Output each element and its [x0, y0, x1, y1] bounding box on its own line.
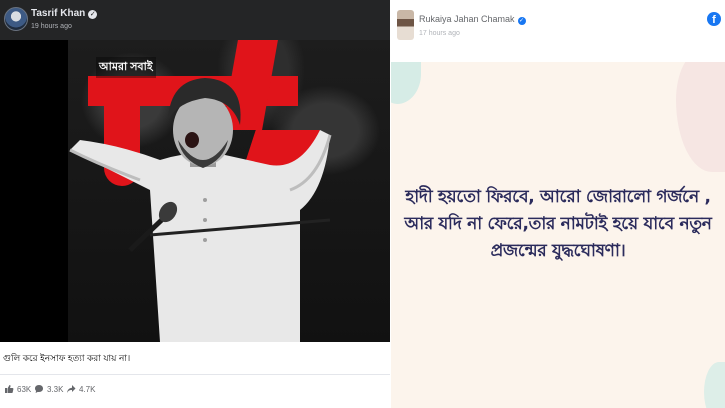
right-post-time[interactable]: 17 hours ago: [419, 30, 460, 37]
left-post-caption-area: গুলি করে ইনসাফ হত্যা করা যায় না।: [0, 342, 390, 374]
share-icon: [67, 385, 76, 393]
speaker-figure: [69, 78, 332, 342]
quote-line: আর যদি না ফেরে,তার নামটাই হয়ে যাবে নতুন: [404, 214, 712, 234]
left-post-caption: গুলি করে ইনসাফ হত্যা করা যায় না।: [3, 353, 131, 363]
decorative-blob: [391, 62, 421, 104]
shares-count: 4.7K: [79, 384, 96, 394]
left-post-image[interactable]: আমরা সবাই: [0, 40, 390, 342]
verified-badge-icon: ✓: [517, 17, 526, 25]
right-author-avatar[interactable]: [397, 10, 414, 40]
verified-badge-icon: ✓: [88, 10, 98, 19]
comment-icon: [35, 385, 43, 393]
comments-count: 3.3K: [47, 384, 64, 394]
left-post: Tasrif Khan ✓ 19 hours ago আমরা সবাই গুল…: [0, 0, 390, 408]
like-icon: [5, 385, 14, 393]
left-author-avatar[interactable]: [4, 7, 28, 31]
decorative-blob: [704, 362, 725, 408]
left-post-stats: 63K 3.3K 4.7K: [0, 374, 390, 408]
right-author-name-row: Rukaiya Jahan Chamak ✓: [419, 14, 526, 25]
comments-stat[interactable]: 3.3K: [34, 384, 63, 394]
quote-line: প্রজন্মের যুদ্ধঘোষণা।: [490, 241, 626, 261]
reactions-stat[interactable]: 63K: [4, 384, 31, 394]
right-author-name[interactable]: Rukaiya Jahan Chamak: [419, 14, 515, 24]
right-post-quote: হাদী হয়তো ফিরবে, আরো জোরালো গর্জনে , আর…: [391, 184, 725, 265]
facebook-logo-icon: f: [707, 12, 721, 26]
left-post-header: Tasrif Khan ✓ 19 hours ago: [0, 0, 390, 40]
reactions-count: 63K: [17, 384, 32, 394]
right-post: Rukaiya Jahan Chamak ✓ 17 hours ago f হাদ…: [391, 0, 725, 408]
left-author-name[interactable]: Tasrif Khan: [31, 8, 85, 19]
right-post-header: Rukaiya Jahan Chamak ✓ 17 hours ago f: [391, 0, 725, 62]
quote-line: হাদী হয়তো ফিরবে, আরো জোরালো গর্জনে ,: [405, 187, 711, 207]
left-author-name-row: Tasrif Khan ✓: [31, 8, 98, 19]
decorative-blob: [676, 62, 725, 172]
left-post-time[interactable]: 19 hours ago: [31, 23, 72, 30]
shares-stat[interactable]: 4.7K: [66, 384, 95, 394]
